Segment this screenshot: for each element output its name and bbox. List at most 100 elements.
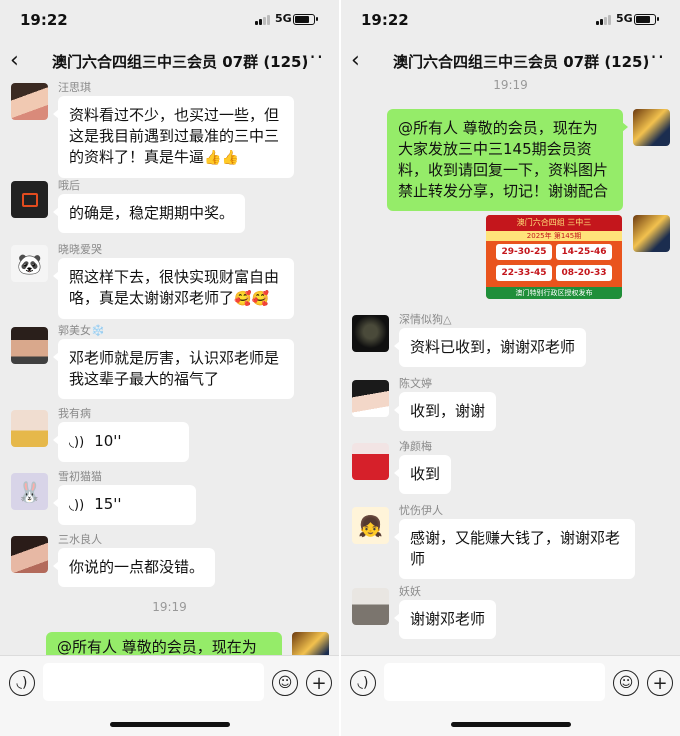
home-indicator <box>110 722 230 727</box>
message-text: 收到 <box>410 465 441 483</box>
sender-name: 忧伤伊人 <box>399 504 443 517</box>
announcement-text: @所有人 尊敬的会员，现在为大家发放三中三145期会员资料，收到请回复一下，资料… <box>398 119 609 200</box>
voice-duration: 15'' <box>94 495 122 513</box>
message-text: 资料看过不少，也买过一些，但这是我目前遇到过最准的三中三的资料了！真是牛逼 <box>69 106 280 166</box>
sender-name: 汪思琪 <box>58 81 91 94</box>
sender-name: 哦后 <box>58 179 80 192</box>
sender-name: 我有病 <box>58 407 91 420</box>
emoji-face-icon[interactable]: ☺ <box>272 670 298 696</box>
own-avatar[interactable] <box>633 215 670 252</box>
image-period: 2025年 第145期 <box>486 231 622 241</box>
avatar[interactable] <box>11 327 48 364</box>
number-cell: 29-30-25 <box>496 244 552 260</box>
status-bar: 19:22 5G <box>341 0 680 40</box>
chat-timestamp: 19:19 <box>152 600 187 614</box>
phone-screen-right: 19:22 5G ‹ 澳门六合四组三中三会员 07群 (125) ··· 19:… <box>341 0 680 736</box>
sender-name: 妖妖 <box>399 585 421 598</box>
number-cell: 14-25-46 <box>556 244 612 260</box>
snowflake-emoji: ❄️ <box>91 324 105 337</box>
avatar[interactable] <box>352 443 389 480</box>
message-text: 感谢，又能赚大钱了，谢谢邓老师 <box>410 529 621 568</box>
message-bubble[interactable]: 的确是，稳定期期中奖。 <box>52 194 246 233</box>
sender-name-text: 郭美女 <box>58 324 91 337</box>
signal-icon <box>596 15 612 25</box>
status-time: 19:22 <box>20 11 68 29</box>
voice-duration: 10'' <box>94 432 122 450</box>
sender-name: 晓晓爱哭 <box>58 243 102 256</box>
avatar[interactable] <box>352 315 389 352</box>
battery-icon <box>634 14 659 25</box>
battery-icon <box>293 14 318 25</box>
chat-title: 澳门六合四组三中三会员 07群 (125) <box>393 53 650 71</box>
plus-icon[interactable]: + <box>647 670 673 696</box>
status-bar: 19:22 5G <box>0 0 339 40</box>
own-avatar[interactable] <box>633 109 670 146</box>
network-type: 5G <box>616 12 633 25</box>
plus-icon[interactable]: + <box>306 670 332 696</box>
status-time: 19:22 <box>361 11 409 29</box>
message-input[interactable] <box>384 663 605 701</box>
image-footer: 澳门特别行政区授权发布 <box>486 287 622 299</box>
emoji-face-icon[interactable]: ☺ <box>613 670 639 696</box>
number-cell: 22-33-45 <box>496 265 552 281</box>
voice-wave-icon: ◟)) <box>69 498 85 513</box>
sender-suffix: △ <box>443 313 452 326</box>
message-bubble[interactable]: 谢谢邓老师 <box>393 600 497 639</box>
message-text: 你说的一点都没错。 <box>69 558 205 576</box>
message-input[interactable] <box>43 663 264 701</box>
more-dots-icon[interactable]: ··· <box>643 45 665 69</box>
voice-icon[interactable]: ◟) <box>9 670 35 696</box>
avatar[interactable]: 🐼 <box>11 245 48 282</box>
sender-name: 雪初猫猫 <box>58 470 102 483</box>
network-type: 5G <box>275 12 292 25</box>
message-text: 谢谢邓老师 <box>410 610 486 628</box>
home-indicator <box>451 722 571 727</box>
thumbs-up-emoji: 👍👍 <box>204 150 239 166</box>
voice-message-bubble[interactable]: ◟)) 10'' <box>53 422 189 462</box>
message-bubble[interactable]: 感谢，又能赚大钱了，谢谢邓老师 <box>394 519 635 579</box>
avatar[interactable] <box>11 536 48 573</box>
sender-name: 郭美女❄️ <box>58 322 105 338</box>
back-chevron-icon[interactable]: ‹ <box>351 48 360 73</box>
sender-name: 净颜梅 <box>399 440 432 453</box>
own-message-bubble[interactable]: @所有人 尊敬的会员，现在为大家发放三中三145期会员资料，收到请回复一下，资料… <box>387 109 628 211</box>
message-text: 邓老师就是厉害，认识邓老师是我这辈子最大的福气了 <box>69 349 280 388</box>
avatar[interactable] <box>352 380 389 417</box>
message-bubble[interactable]: 邓老师就是厉害，认识邓老师是我这辈子最大的福气了 <box>53 339 294 399</box>
sender-name-text: 深情似狗 <box>399 313 443 326</box>
sender-name: 三水良人 <box>58 533 102 546</box>
message-bubble[interactable]: 资料已收到，谢谢邓老师 <box>393 328 587 367</box>
avatar[interactable] <box>11 410 48 447</box>
message-text: 收到，谢谢 <box>410 402 486 420</box>
more-dots-icon[interactable]: ··· <box>302 45 324 69</box>
voice-icon[interactable]: ◟) <box>350 670 376 696</box>
avatar[interactable] <box>352 588 389 625</box>
message-bubble[interactable]: 收到 <box>393 455 452 494</box>
avatar[interactable]: 🐰 <box>11 473 48 510</box>
voice-message-bubble[interactable]: ◟)) 15'' <box>53 485 196 525</box>
voice-wave-icon: ◟)) <box>69 435 85 450</box>
phone-screen-left: 19:22 5G ‹ 澳门六合四组三中三会员 07群 (125) ··· 汪思琪… <box>0 0 339 736</box>
lottery-image[interactable]: 澳门六合四组 三中三 2025年 第145期 29-30-25 14-25-46… <box>486 215 622 299</box>
message-bubble[interactable]: 资料看过不少，也买过一些，但这是我目前遇到过最准的三中三的资料了！真是牛逼👍👍 <box>53 96 294 178</box>
screenshot-collage: 19:22 5G ‹ 澳门六合四组三中三会员 07群 (125) ··· 汪思琪… <box>0 0 680 736</box>
signal-icon <box>255 15 271 25</box>
image-header: 澳门六合四组 三中三 <box>486 215 622 231</box>
avatar[interactable] <box>11 181 48 218</box>
number-cell: 08-20-33 <box>556 265 612 281</box>
chat-header: ‹ 澳门六合四组三中三会员 07群 (125) ··· <box>0 40 339 80</box>
chat-timestamp: 19:19 <box>493 78 528 92</box>
avatar[interactable] <box>11 83 48 120</box>
sender-name: 陈文婷 <box>399 377 432 390</box>
message-text: @所有人 尊敬的会员，现在为 <box>57 638 257 656</box>
message-bubble[interactable]: 照这样下去，很快实现财富自由咯，真是太谢谢邓老师了🥰🥰 <box>53 258 294 319</box>
chat-header: ‹ 澳门六合四组三中三会员 07群 (125) ··· <box>341 40 680 80</box>
back-chevron-icon[interactable]: ‹ <box>10 48 19 73</box>
message-bubble[interactable]: 你说的一点都没错。 <box>52 548 216 587</box>
smiling-face-emoji: 🥰🥰 <box>234 291 269 307</box>
avatar[interactable]: 👧 <box>352 507 389 544</box>
chat-title: 澳门六合四组三中三会员 07群 (125) <box>52 53 309 71</box>
sender-name: 深情似狗△ <box>399 311 451 327</box>
message-bubble[interactable]: 收到，谢谢 <box>393 392 497 431</box>
message-text: 资料已收到，谢谢邓老师 <box>410 338 576 356</box>
